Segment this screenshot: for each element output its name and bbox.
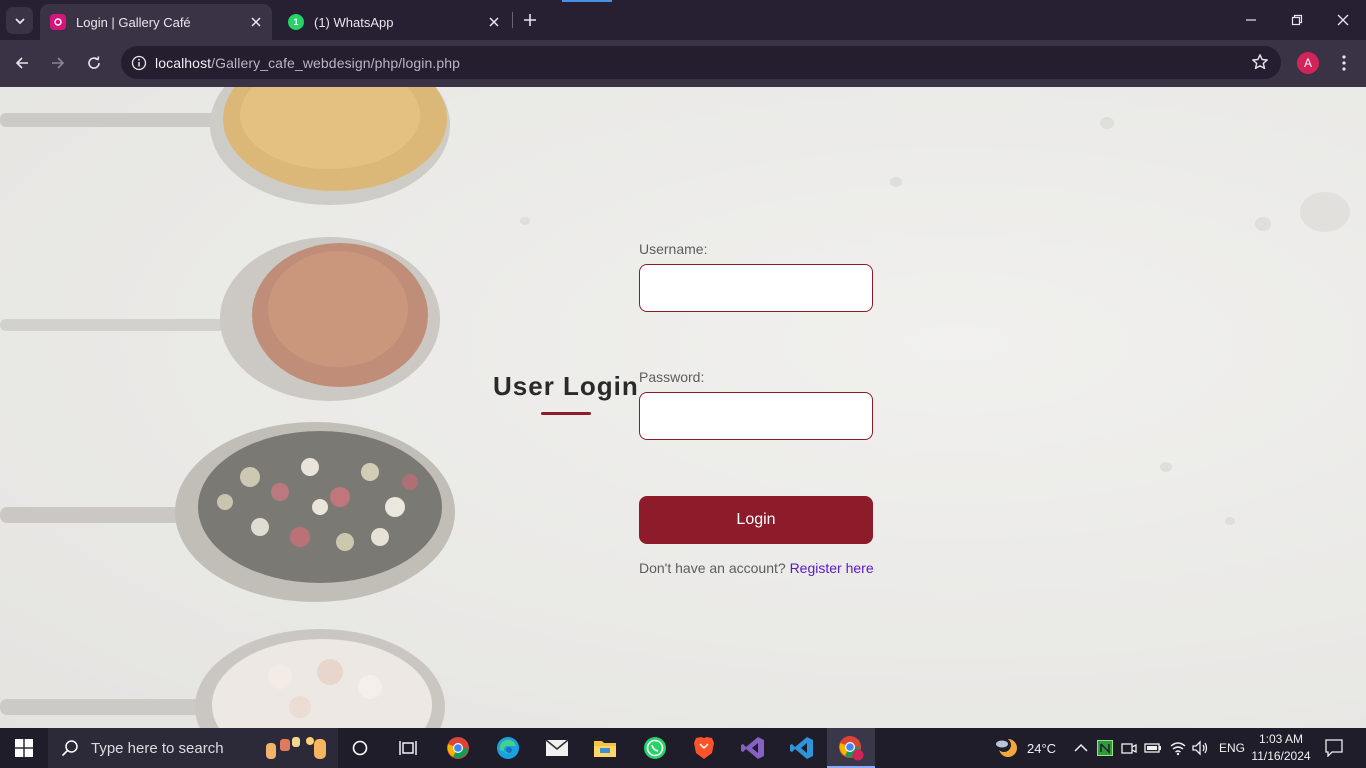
notification-icon[interactable] (1325, 739, 1343, 757)
tab-title: (1) WhatsApp (314, 14, 394, 30)
chevron-down-icon (14, 17, 25, 24)
tab-gallery-cafe[interactable]: Login | Gallery Café (40, 4, 272, 40)
chrome-profile-taskbar-button[interactable] (827, 732, 875, 764)
new-tab-button[interactable] (518, 8, 542, 32)
tab-indicator (562, 0, 612, 2)
clock-date: 11/16/2024 (1251, 749, 1311, 763)
edge-icon (497, 737, 519, 759)
close-window-button[interactable] (1320, 0, 1366, 40)
browser-toolbar: localhost/Gallery_cafe_webdesign/php/log… (0, 40, 1366, 87)
vscode-taskbar-button[interactable] (778, 732, 826, 764)
forward-button[interactable] (43, 48, 73, 78)
background-speck (1160, 462, 1172, 472)
taskbar-clock[interactable]: 1:03 AM 11/16/2024 (1250, 731, 1312, 765)
weather-icon[interactable] (994, 736, 1020, 760)
windows-taskbar: Type here to search 24°C ENG 1:03 AM 11/… (0, 728, 1366, 768)
meet-now-icon[interactable] (1121, 740, 1137, 756)
profile-avatar[interactable]: A (1297, 52, 1319, 74)
register-prompt: Don't have an account? Register here (639, 560, 874, 576)
tab-separator (512, 12, 513, 28)
chrome-profile-icon (839, 736, 864, 761)
visual-studio-icon (741, 737, 764, 759)
tab-whatsapp[interactable]: 1 (1) WhatsApp (278, 4, 510, 40)
chrome-icon (447, 737, 469, 759)
close-icon[interactable] (484, 12, 504, 32)
search-highlight-icon (266, 737, 326, 759)
nvidia-tray-icon[interactable] (1097, 740, 1113, 756)
password-label: Password: (639, 369, 705, 385)
plus-icon (524, 14, 536, 26)
background-speck (1100, 117, 1114, 129)
whatsapp-icon: 1 (288, 14, 304, 30)
chrome-taskbar-button[interactable] (434, 732, 482, 764)
taskbar-search-box[interactable]: Type here to search (48, 728, 338, 768)
whatsapp-icon (644, 737, 666, 759)
cortana-icon (352, 740, 368, 756)
visual-studio-taskbar-button[interactable] (729, 732, 777, 764)
password-field[interactable] (639, 392, 873, 440)
url-text: localhost/Gallery_cafe_webdesign/php/log… (155, 55, 460, 71)
address-bar[interactable]: localhost/Gallery_cafe_webdesign/php/log… (121, 46, 1281, 79)
username-label: Username: (639, 241, 708, 257)
spice-spoons-image (0, 87, 455, 728)
gallery-cafe-icon (50, 14, 66, 30)
language-indicator[interactable]: ENG (1219, 741, 1245, 755)
minimize-icon (1246, 19, 1256, 21)
page-title: User Login (493, 371, 639, 401)
site-info-icon[interactable] (123, 55, 155, 71)
close-icon[interactable] (246, 12, 266, 32)
minimize-button[interactable] (1228, 0, 1274, 40)
weather-temperature[interactable]: 24°C (1027, 741, 1056, 756)
volume-icon[interactable] (1191, 740, 1209, 756)
title-underline (541, 412, 591, 415)
reload-button[interactable] (79, 48, 109, 78)
background-speck (1225, 517, 1235, 525)
bookmark-star-icon[interactable] (1251, 53, 1269, 76)
close-icon (1337, 14, 1349, 26)
mail-icon (545, 739, 569, 756)
arrow-right-icon (52, 57, 65, 69)
username-field[interactable] (639, 264, 873, 312)
search-placeholder: Type here to search (91, 739, 224, 757)
task-view-icon (399, 741, 417, 755)
restore-icon (1291, 14, 1303, 26)
arrow-left-icon (15, 57, 28, 69)
tab-title: Login | Gallery Café (76, 14, 191, 30)
task-view-button[interactable] (384, 732, 432, 764)
login-page: User Login Username: Password: Login Don… (0, 87, 1366, 728)
edge-taskbar-button[interactable] (484, 732, 532, 764)
brave-taskbar-button[interactable] (680, 732, 728, 764)
back-button[interactable] (7, 48, 37, 78)
tab-search-button[interactable] (6, 7, 33, 34)
vscode-icon (790, 737, 813, 759)
background-speck (1300, 192, 1350, 232)
more-vertical-icon (1342, 55, 1346, 71)
url-host: localhost (155, 54, 212, 71)
search-icon (61, 740, 78, 757)
background-speck (520, 217, 530, 225)
start-button[interactable] (0, 728, 48, 768)
login-button[interactable]: Login (639, 496, 873, 544)
cortana-button[interactable] (336, 732, 384, 764)
whatsapp-taskbar-button[interactable] (631, 732, 679, 764)
background-speck (890, 177, 902, 187)
windows-logo-icon (15, 739, 33, 757)
clock-time: 1:03 AM (1258, 732, 1304, 746)
restore-button[interactable] (1274, 0, 1320, 40)
battery-icon[interactable] (1144, 741, 1162, 755)
reload-icon (88, 56, 100, 69)
register-prompt-text: Don't have an account? (639, 560, 786, 576)
chevron-up-icon[interactable] (1074, 743, 1088, 753)
browser-menu-button[interactable] (1332, 50, 1356, 76)
background-speck (1255, 217, 1271, 231)
wifi-icon[interactable] (1169, 740, 1187, 756)
register-link[interactable]: Register here (790, 560, 874, 576)
url-path: /Gallery_cafe_webdesign/php/login.php (211, 54, 461, 71)
brave-icon (694, 737, 714, 759)
mail-taskbar-button[interactable] (533, 732, 581, 764)
file-explorer-taskbar-button[interactable] (581, 732, 629, 764)
browser-tab-bar: Login | Gallery Café 1 (1) WhatsApp (0, 0, 1366, 40)
file-explorer-icon (594, 741, 616, 757)
